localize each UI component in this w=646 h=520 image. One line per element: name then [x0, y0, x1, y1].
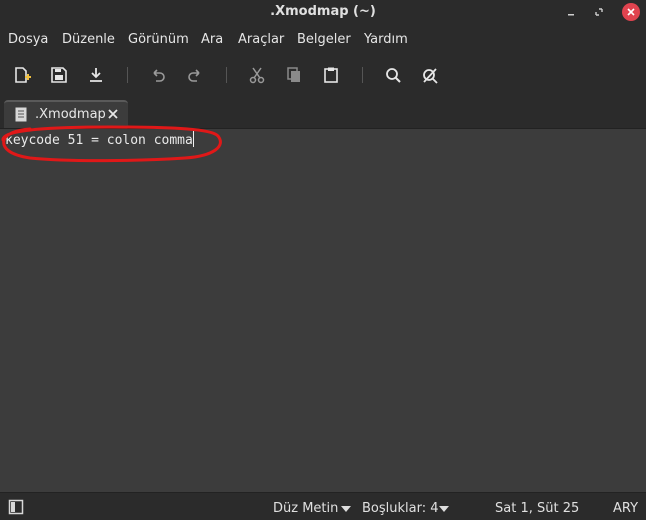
undo-icon: [153, 69, 165, 82]
maximize-button[interactable]: [590, 3, 608, 21]
menu-belgeler[interactable]: Belgeler: [297, 32, 351, 47]
menu-yardim[interactable]: Yardım: [364, 32, 408, 47]
chevron-down-icon[interactable]: [341, 506, 351, 512]
chevron-down-icon[interactable]: [439, 506, 449, 512]
language-selector[interactable]: Düz Metin: [273, 501, 338, 516]
new-document-button[interactable]: [10, 63, 34, 87]
toolbar: [0, 56, 646, 94]
minimize-button[interactable]: [562, 3, 580, 21]
menu-duzenle[interactable]: Düzenle: [62, 32, 115, 47]
minimize-icon: [568, 14, 574, 16]
close-icon[interactable]: [106, 107, 120, 121]
copy-icon: [287, 67, 300, 82]
menu-ara[interactable]: Ara: [201, 32, 223, 47]
text-editor[interactable]: keycode 51 = colon comma: [0, 129, 646, 492]
cut-button[interactable]: [245, 63, 269, 87]
download-icon: [90, 68, 102, 82]
download-button[interactable]: [84, 63, 108, 87]
red-circle-annotation: [1, 125, 222, 163]
redo-button[interactable]: [183, 63, 207, 87]
search-icon: [386, 68, 401, 83]
close-icon: [627, 8, 635, 16]
menu-araclar[interactable]: Araçlar: [238, 32, 284, 47]
cursor-position: Sat 1, Süt 25: [495, 501, 580, 516]
clear-highlight-button[interactable]: [418, 63, 442, 87]
menu-dosya[interactable]: Dosya: [8, 32, 48, 47]
redo-icon: [188, 69, 200, 82]
search-button[interactable]: [381, 63, 405, 87]
close-window-button[interactable]: [622, 3, 640, 21]
sidebar-toggle-button[interactable]: [8, 499, 24, 515]
insert-mode[interactable]: ARY: [613, 501, 638, 516]
paste-button[interactable]: [319, 63, 343, 87]
copy-button[interactable]: [282, 63, 306, 87]
cut-icon: [249, 67, 265, 84]
menu-gorunum[interactable]: Görünüm: [128, 32, 189, 47]
tab-label: .Xmodmap: [35, 107, 106, 122]
new-document-icon: [15, 67, 31, 83]
title-bar: .Xmodmap (~): [0, 0, 646, 24]
toolbar-separator: [127, 67, 128, 83]
clear-highlight-icon: [423, 68, 438, 84]
menu-bar: Dosya Düzenle Görünüm Ara Araçlar Belgel…: [0, 24, 646, 56]
toolbar-separator: [226, 67, 227, 83]
paste-icon: [324, 67, 338, 83]
toolbar-separator: [362, 67, 363, 83]
save-icon: [51, 67, 67, 83]
save-button[interactable]: [47, 63, 71, 87]
status-bar: Düz Metin Boşluklar: 4 Sat 1, Süt 25 ARY: [0, 492, 646, 520]
indent-selector[interactable]: Boşluklar: 4: [362, 501, 439, 516]
maximize-icon: [595, 8, 603, 16]
sidebar-icon: [8, 499, 24, 515]
window-title: .Xmodmap (~): [270, 4, 376, 19]
text-file-icon: [15, 107, 27, 122]
undo-button[interactable]: [146, 63, 170, 87]
